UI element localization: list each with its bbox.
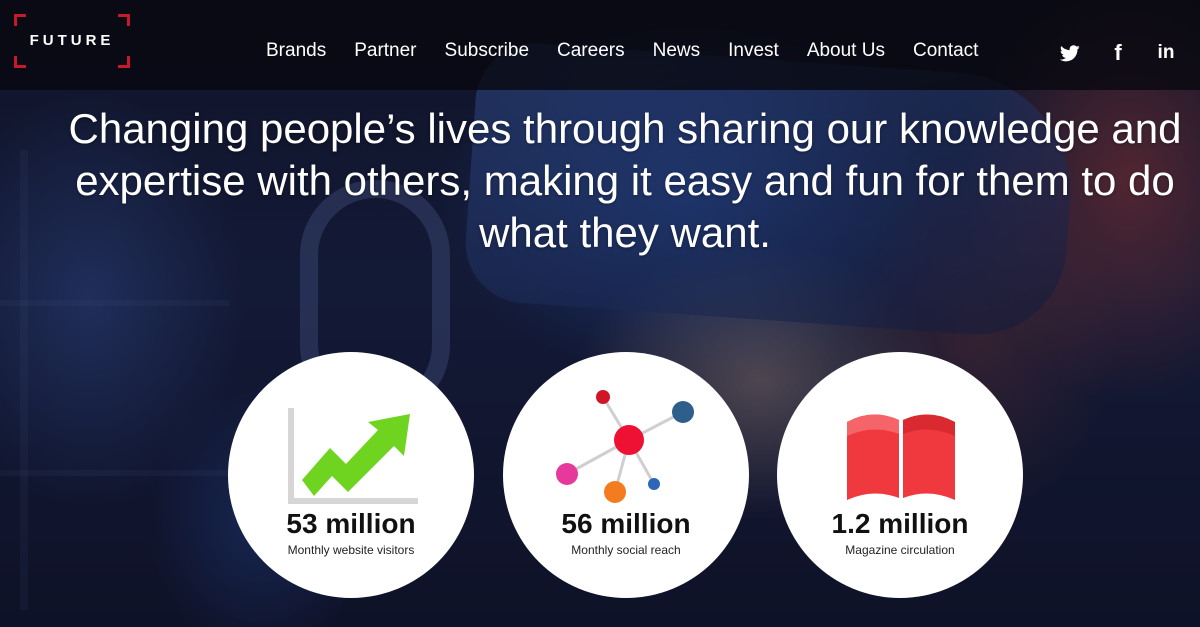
- twitter-icon[interactable]: [1056, 40, 1084, 66]
- nav-link-subscribe[interactable]: Subscribe: [445, 40, 530, 62]
- growth-chart-icon: [288, 408, 418, 504]
- logo-corner: [14, 14, 26, 26]
- stat-card-website-visitors: 53 million Monthly website visitors: [228, 352, 474, 598]
- stat-value: 53 million: [286, 508, 416, 539]
- future-logo[interactable]: FUTURE: [14, 14, 130, 68]
- stat-label: Monthly social reach: [571, 543, 681, 557]
- stat-label: Monthly website visitors: [287, 543, 415, 557]
- linkedin-icon[interactable]: in: [1152, 40, 1180, 66]
- main-nav: Brands Partner Subscribe Careers News In…: [252, 40, 992, 62]
- top-navbar: FUTURE Brands Partner Subscribe Careers …: [0, 0, 1200, 90]
- nav-link-partner[interactable]: Partner: [354, 40, 416, 62]
- logo-corner: [118, 14, 130, 26]
- twitter-bird-shape: [1060, 44, 1080, 61]
- stat-value: 56 million: [561, 508, 691, 539]
- stat-card-social-reach: 56 million Monthly social reach: [503, 352, 749, 598]
- social-network-icon: [556, 390, 694, 503]
- facebook-icon[interactable]: f: [1104, 40, 1132, 66]
- nav-link-careers[interactable]: Careers: [557, 40, 625, 62]
- hero-headline: Changing people’s lives through sharing …: [68, 105, 1182, 256]
- stat-card-magazine-circulation: 1.2 million Magazine circulation: [777, 352, 1023, 598]
- nav-link-about-us[interactable]: About Us: [807, 40, 885, 62]
- logo-text: FUTURE: [29, 32, 115, 49]
- open-book-icon: [847, 414, 955, 500]
- logo-corner: [14, 56, 26, 68]
- stat-label: Magazine circulation: [845, 543, 955, 557]
- nav-link-invest[interactable]: Invest: [728, 40, 779, 62]
- nav-link-contact[interactable]: Contact: [913, 40, 978, 62]
- nav-link-news[interactable]: News: [653, 40, 701, 62]
- logo-corner: [118, 56, 130, 68]
- social-links: f in: [1046, 40, 1190, 66]
- nav-link-brands[interactable]: Brands: [266, 40, 326, 62]
- stat-value: 1.2 million: [831, 508, 969, 539]
